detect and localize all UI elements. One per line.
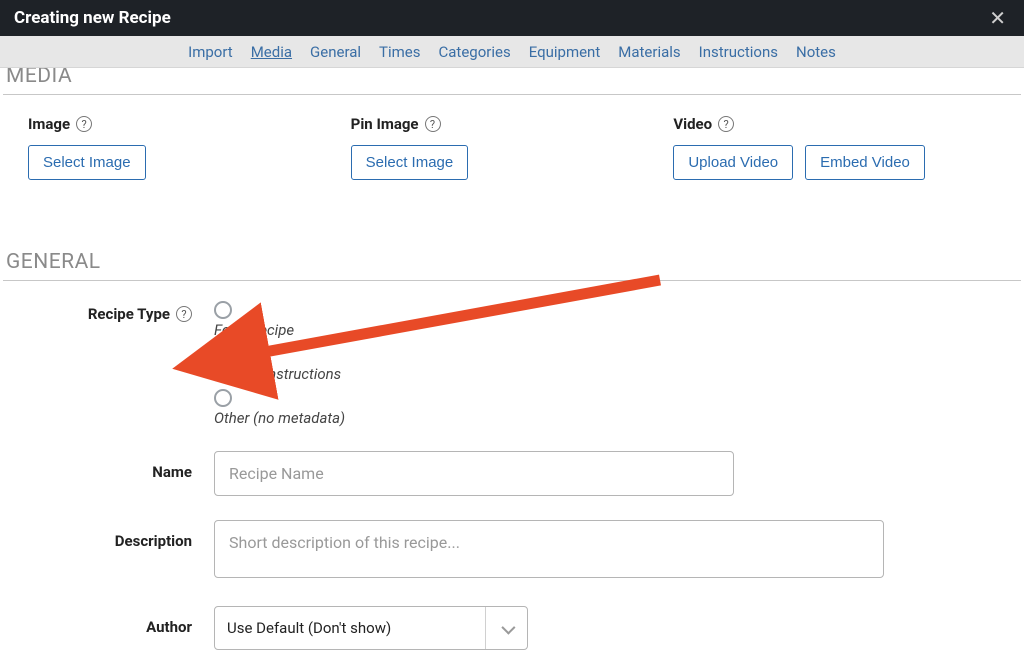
- radio-label-food: Food Recipe: [214, 321, 294, 339]
- radio-food-recipe[interactable]: [214, 301, 232, 319]
- tab-notes[interactable]: Notes: [796, 43, 836, 61]
- tab-media[interactable]: Media: [251, 43, 292, 61]
- name-label: Name: [152, 463, 192, 481]
- radio-howto[interactable]: [214, 345, 232, 363]
- chevron-down-icon[interactable]: [485, 607, 527, 649]
- pin-image-label: Pin Image: [351, 115, 419, 133]
- video-label: Video: [673, 115, 712, 133]
- media-video-col: Video ? Upload Video Embed Video: [673, 115, 996, 180]
- titlebar: Creating new Recipe ✕: [0, 0, 1024, 36]
- embed-video-button[interactable]: Embed Video: [805, 145, 925, 180]
- tab-instructions[interactable]: Instructions: [699, 43, 778, 61]
- help-icon[interactable]: ?: [425, 116, 441, 132]
- tab-times[interactable]: Times: [379, 43, 420, 61]
- radio-label-howto: How-to Instructions: [214, 365, 341, 383]
- help-icon[interactable]: ?: [718, 116, 734, 132]
- row-description: Description: [28, 520, 996, 582]
- description-label: Description: [115, 532, 192, 550]
- row-recipe-type: Recipe Type ? Food Recipe How-to Instruc…: [28, 301, 996, 427]
- row-name: Name: [28, 451, 996, 496]
- author-selected-value: Use Default (Don't show): [215, 607, 485, 649]
- help-icon[interactable]: ?: [176, 306, 192, 322]
- section-title-media: MEDIA: [6, 68, 1024, 88]
- description-input[interactable]: [214, 520, 884, 578]
- section-title-general: GENERAL: [6, 250, 1024, 274]
- select-image-button[interactable]: Select Image: [28, 145, 146, 180]
- recipe-type-label: Recipe Type: [88, 305, 170, 323]
- tab-bar: Import Media General Times Categories Eq…: [0, 36, 1024, 68]
- tab-equipment[interactable]: Equipment: [529, 43, 601, 61]
- row-author: Author Use Default (Don't show): [28, 606, 996, 650]
- modal-title: Creating new Recipe: [14, 8, 171, 28]
- radio-label-other: Other (no metadata): [214, 409, 345, 427]
- tab-import[interactable]: Import: [188, 43, 233, 61]
- media-pin-col: Pin Image ? Select Image: [351, 115, 674, 180]
- author-label: Author: [146, 618, 192, 636]
- tab-materials[interactable]: Materials: [618, 43, 680, 61]
- name-input[interactable]: [214, 451, 734, 496]
- close-icon[interactable]: ✕: [985, 6, 1010, 30]
- tab-categories[interactable]: Categories: [439, 43, 511, 61]
- section-rule: [3, 280, 1021, 281]
- upload-video-button[interactable]: Upload Video: [673, 145, 793, 180]
- general-form: Recipe Type ? Food Recipe How-to Instruc…: [0, 301, 1024, 663]
- media-row: Image ? Select Image Pin Image ? Select …: [0, 115, 1024, 210]
- radio-other[interactable]: [214, 389, 232, 407]
- select-pin-image-button[interactable]: Select Image: [351, 145, 469, 180]
- author-select[interactable]: Use Default (Don't show): [214, 606, 528, 650]
- content-scroll[interactable]: MEDIA Image ? Select Image Pin Image ? S…: [0, 68, 1024, 663]
- image-label: Image: [28, 115, 70, 133]
- help-icon[interactable]: ?: [76, 116, 92, 132]
- tab-general[interactable]: General: [310, 43, 361, 61]
- section-rule: [3, 94, 1021, 95]
- media-image-col: Image ? Select Image: [28, 115, 351, 180]
